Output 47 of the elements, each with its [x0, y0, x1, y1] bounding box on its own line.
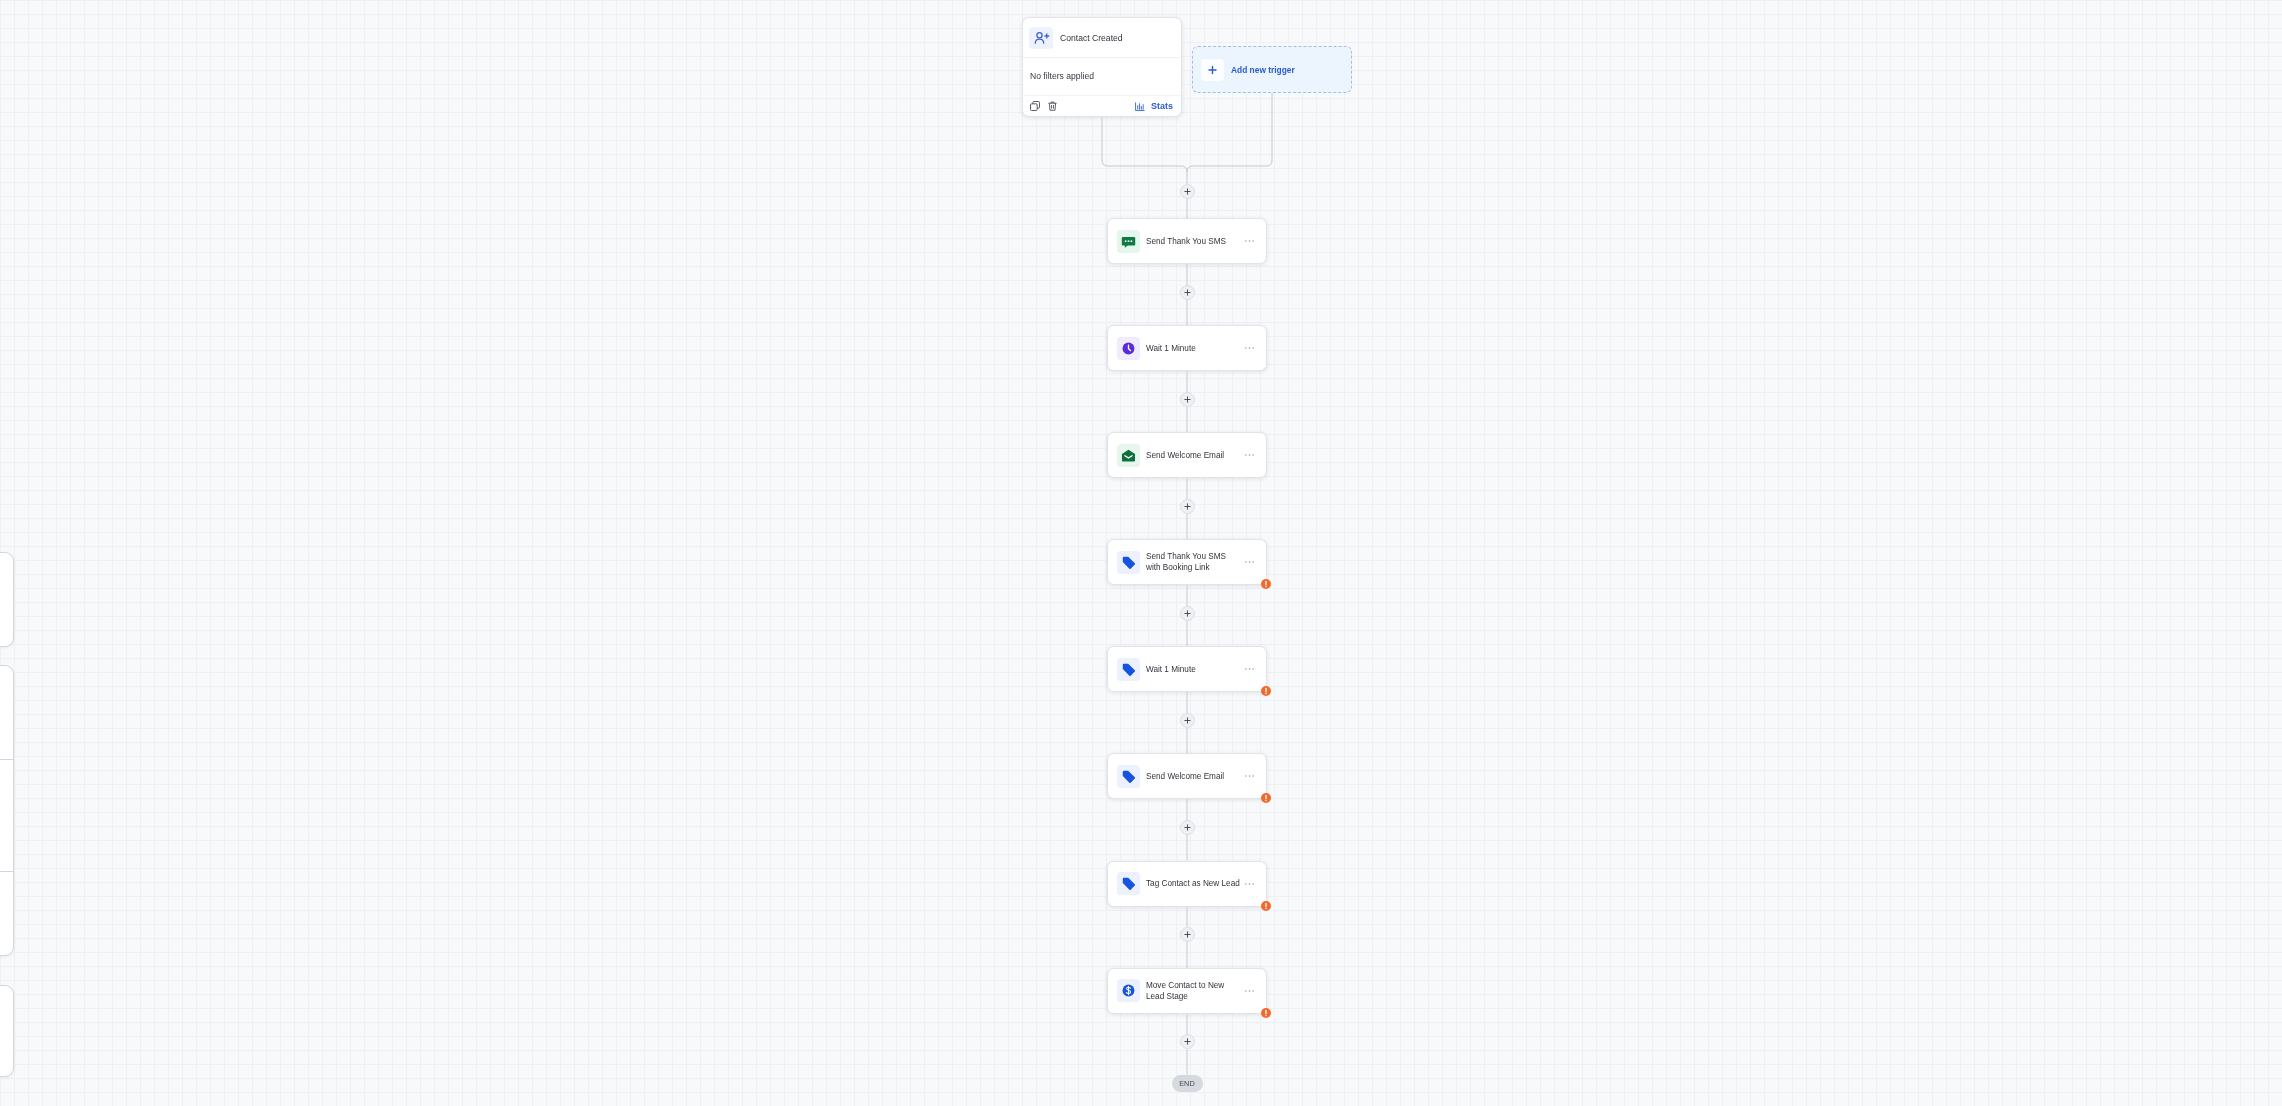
bar-chart-icon [1135, 101, 1145, 111]
step-label: Wait 1 Minute [1146, 663, 1197, 675]
person-add-icon [1029, 26, 1053, 49]
add-step-button[interactable] [1179, 712, 1195, 728]
dollar-icon [1117, 979, 1140, 1003]
add-step-button[interactable] [1179, 1034, 1195, 1050]
step-label: Send Welcome Email [1146, 449, 1226, 461]
plus-icon [1183, 1038, 1191, 1046]
add-step-button[interactable] [1179, 819, 1195, 835]
trigger-title: Contact Created [1060, 32, 1123, 43]
clock-icon [1117, 336, 1140, 360]
add-trigger-button[interactable]: Add new trigger [1192, 46, 1352, 93]
add-step-button[interactable] [1179, 284, 1195, 300]
tag-icon [1117, 550, 1140, 574]
add-step-button[interactable] [1179, 927, 1195, 943]
add-step-button[interactable] [1179, 605, 1195, 621]
plus-icon [1183, 609, 1191, 617]
step-label: Move Contact to New Lead Stage [1146, 979, 1226, 1002]
step-card[interactable]: Send Thank You SMS [1107, 218, 1267, 264]
trash-icon[interactable] [1048, 101, 1057, 111]
step-label: Send Thank You SMS with Booking Link [1146, 551, 1227, 574]
step-label: Tag Contact as New Lead [1146, 878, 1241, 890]
filter-summary: No filters applied [1030, 71, 1094, 81]
add-step-button[interactable] [1179, 498, 1195, 514]
step-label: Send Thank You SMS [1146, 235, 1227, 247]
plus-icon [1183, 823, 1191, 831]
copy-icon[interactable] [1030, 101, 1040, 111]
step-card[interactable]: Wait 1 Minute [1107, 325, 1267, 372]
add-step-button[interactable] [1179, 183, 1195, 199]
tag-icon [1117, 872, 1140, 896]
step-label: Send Welcome Email [1146, 770, 1226, 782]
step-card[interactable]: Send Welcome Email [1107, 432, 1267, 479]
tag-icon [1117, 764, 1140, 788]
chat-icon [1117, 229, 1140, 253]
plus-icon [1183, 288, 1191, 296]
plus-icon [1183, 187, 1191, 195]
step-label: Wait 1 Minute [1146, 342, 1197, 354]
trigger-card[interactable]: Contact Created No filters applied Stats [1022, 17, 1182, 117]
envelope-icon [1117, 443, 1140, 467]
plus-icon [1183, 502, 1191, 510]
plus-icon [1201, 58, 1224, 81]
tag-icon [1117, 657, 1140, 681]
plus-icon [1183, 716, 1191, 724]
add-step-button[interactable] [1179, 391, 1195, 407]
plus-icon [1183, 395, 1191, 403]
plus-icon [1183, 931, 1191, 939]
stats-link[interactable]: Stats [1135, 101, 1173, 111]
